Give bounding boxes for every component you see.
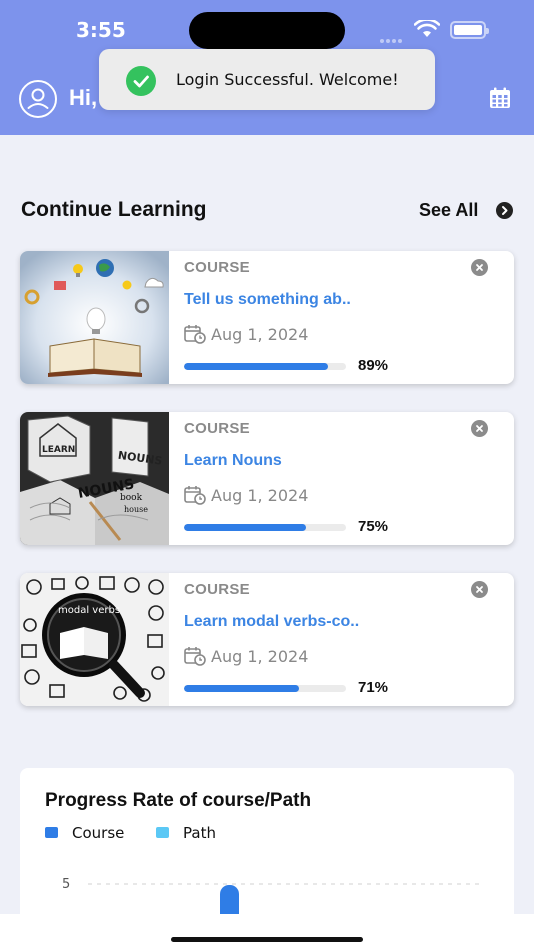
progress-percent: 89%: [358, 357, 389, 374]
cellular-signal-icon: [380, 30, 406, 43]
close-icon[interactable]: [471, 581, 488, 598]
svg-text:book: book: [120, 493, 143, 503]
legend-swatch: [45, 827, 58, 838]
dynamic-island: [189, 12, 345, 49]
svg-text:modal verbs: modal verbs: [58, 605, 120, 616]
home-indicator[interactable]: [171, 937, 363, 942]
course-type-label: COURSE: [184, 259, 250, 276]
progress-bar: [184, 524, 346, 531]
bottom-bar: [0, 914, 534, 950]
course-type-label: COURSE: [184, 581, 250, 598]
success-check-icon: [126, 66, 156, 96]
course-title[interactable]: Learn modal verbs-co..: [184, 613, 359, 631]
wifi-icon: [414, 20, 440, 37]
y-tick-label: 5: [62, 877, 70, 892]
svg-text:house: house: [124, 505, 148, 514]
progress-fill: [184, 685, 300, 692]
course-date: Aug 1, 2024: [211, 486, 309, 505]
chart-title: Progress Rate of course/Path: [45, 790, 312, 811]
section-title: Continue Learning: [21, 198, 207, 221]
toast-message: Login Successful. Welcome!: [176, 70, 399, 89]
course-card[interactable]: COURSE Tell us something ab.. Aug 1, 202…: [20, 251, 514, 384]
course-title[interactable]: Tell us something ab..: [184, 291, 351, 309]
course-type-label: COURSE: [184, 420, 250, 437]
progress-fill: [184, 363, 329, 370]
legend-label: Path: [183, 824, 216, 842]
modal-verbs-magnifier-image: modal verbs: [20, 573, 169, 706]
progress-fill: [184, 524, 306, 531]
greeting-text: Hi,: [69, 85, 98, 110]
calendar-icon[interactable]: [489, 87, 511, 109]
calendar-clock-icon: [184, 647, 206, 666]
course-card[interactable]: modal verbs COURSE Learn modal verbs-co.…: [20, 573, 514, 706]
progress-percent: 71%: [358, 679, 389, 696]
close-icon[interactable]: [471, 259, 488, 276]
course-card[interactable]: LEARN NOUNS NOUNS book house COURSE Lear…: [20, 412, 514, 545]
nouns-book-image: LEARN NOUNS NOUNS book house: [20, 412, 169, 545]
calendar-clock-icon: [184, 325, 206, 344]
login-toast: Login Successful. Welcome!: [99, 49, 435, 110]
course-date: Aug 1, 2024: [211, 647, 309, 666]
see-all-link[interactable]: See All: [419, 200, 478, 221]
progress-bar: [184, 685, 346, 692]
status-time: 3:55: [76, 18, 126, 42]
svg-text:LEARN: LEARN: [42, 445, 75, 455]
legend-label: Course: [72, 824, 125, 842]
course-title[interactable]: Learn Nouns: [184, 452, 282, 470]
battery-icon: [450, 21, 489, 39]
progress-bar: [184, 363, 346, 370]
user-icon: [27, 88, 49, 109]
progress-percent: 75%: [358, 518, 389, 535]
course-date: Aug 1, 2024: [211, 325, 309, 344]
legend-swatch: [156, 827, 169, 838]
book-ideas-image: [20, 251, 169, 384]
profile-avatar[interactable]: [19, 80, 57, 118]
calendar-clock-icon: [184, 486, 206, 505]
close-icon[interactable]: [471, 420, 488, 437]
chevron-right-icon[interactable]: [496, 202, 513, 219]
